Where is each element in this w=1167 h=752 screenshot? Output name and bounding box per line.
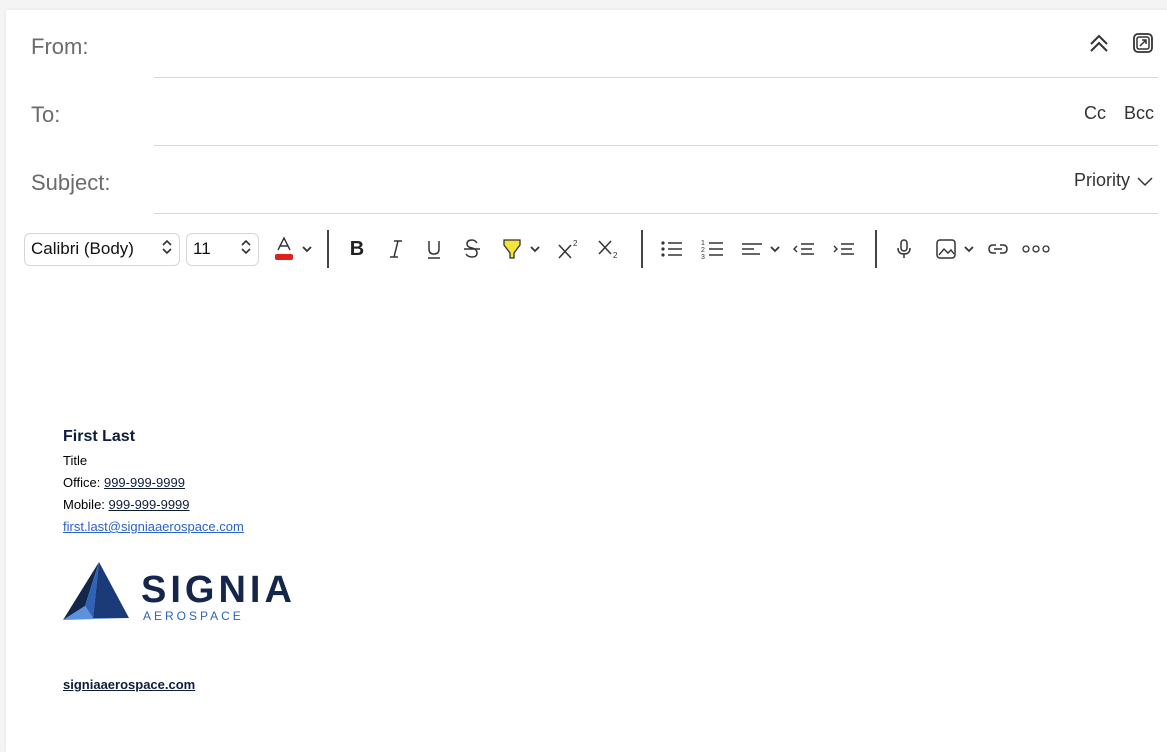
chevron-down-icon[interactable] (529, 232, 541, 266)
cc-button[interactable]: Cc (1084, 103, 1106, 124)
italic-icon[interactable] (377, 232, 415, 266)
underline-icon[interactable] (415, 232, 453, 266)
subject-label: Subject: (31, 170, 111, 195)
signature-mobile: Mobile: 999-999-9999 (63, 497, 244, 512)
signature-block: First Last Title Office: 999-999-9999 Mo… (63, 428, 244, 534)
to-row: To: Cc Bcc (6, 78, 1158, 146)
office-label: Office: (63, 475, 101, 490)
to-label: To: (31, 102, 61, 127)
toolbar-divider (641, 230, 643, 268)
bold-icon[interactable]: B (343, 232, 371, 266)
website-link[interactable]: signiaaerospace.com (63, 677, 195, 692)
signature-title: Title (63, 453, 88, 468)
svg-text:2: 2 (701, 247, 705, 254)
image-icon[interactable] (931, 232, 961, 266)
priority-label: Priority (1073, 170, 1130, 190)
toolbar-divider (875, 230, 877, 268)
font-family-select[interactable]: Calibri (Body) (24, 232, 180, 266)
mobile-label: Mobile: (63, 497, 105, 512)
numbered-list-icon[interactable]: 123 (695, 232, 731, 266)
to-input[interactable] (156, 94, 960, 130)
signature-email-line: first.last@signiaaerospace.com (63, 519, 244, 534)
highlight-icon[interactable] (497, 232, 527, 266)
bcc-button[interactable]: Bcc (1124, 103, 1154, 124)
subject-divider (154, 213, 1158, 214)
signature-office: Office: 999-999-9999 (63, 475, 244, 490)
format-toolbar: Calibri (Body) 11 B 2 2 1 2 3 (24, 229, 1154, 269)
stepper-icon (161, 238, 173, 261)
chevron-down-icon[interactable] (963, 232, 975, 266)
priority-dropdown[interactable]: Priority (1074, 170, 1154, 191)
svg-text:2: 2 (613, 251, 618, 260)
subject-row: Subject: Priority (6, 146, 1158, 214)
signature-name: First Last (63, 428, 136, 445)
logo-word: SIGNIA (141, 569, 296, 611)
compose-window: From: To: Cc Bcc Subject: Priority Calib… (6, 10, 1167, 752)
subscript-icon[interactable]: 2 (591, 232, 627, 266)
svg-text:1: 1 (701, 240, 705, 247)
signia-logo: SIGNIA AEROSPACE (63, 562, 363, 629)
more-icon[interactable] (1019, 232, 1053, 266)
font-family-value: Calibri (Body) (31, 239, 134, 258)
link-icon[interactable] (983, 232, 1013, 266)
office-phone-link[interactable]: 999-999-9999 (104, 475, 185, 490)
mobile-phone-link[interactable]: 999-999-9999 (109, 497, 190, 512)
svg-text:2: 2 (573, 239, 578, 248)
popout-icon[interactable] (1132, 32, 1154, 54)
svg-text:3: 3 (701, 254, 705, 260)
subject-input[interactable] (156, 162, 960, 198)
chevron-down-icon (1136, 175, 1154, 187)
email-link[interactable]: first.last@signiaaerospace.com (63, 519, 244, 534)
font-size-value: 11 (193, 239, 211, 258)
strikethrough-icon[interactable] (453, 232, 491, 266)
font-size-select[interactable]: 11 (186, 232, 259, 266)
toolbar-divider (327, 230, 329, 268)
align-left-icon[interactable] (737, 232, 767, 266)
from-row: From: (6, 10, 1158, 78)
bullet-list-icon[interactable] (657, 232, 687, 266)
superscript-icon[interactable]: 2 (551, 232, 587, 266)
chevron-down-icon[interactable] (301, 232, 313, 266)
increase-indent-icon[interactable] (827, 232, 861, 266)
microphone-icon[interactable] (891, 232, 917, 266)
stepper-icon (240, 238, 252, 261)
logo-sub: AEROSPACE (143, 609, 244, 623)
decrease-indent-icon[interactable] (787, 232, 821, 266)
from-label: From: (31, 34, 89, 59)
font-color-button[interactable] (273, 232, 295, 266)
chevron-down-icon[interactable] (769, 232, 781, 266)
chevron-double-up-icon[interactable] (1088, 32, 1110, 54)
